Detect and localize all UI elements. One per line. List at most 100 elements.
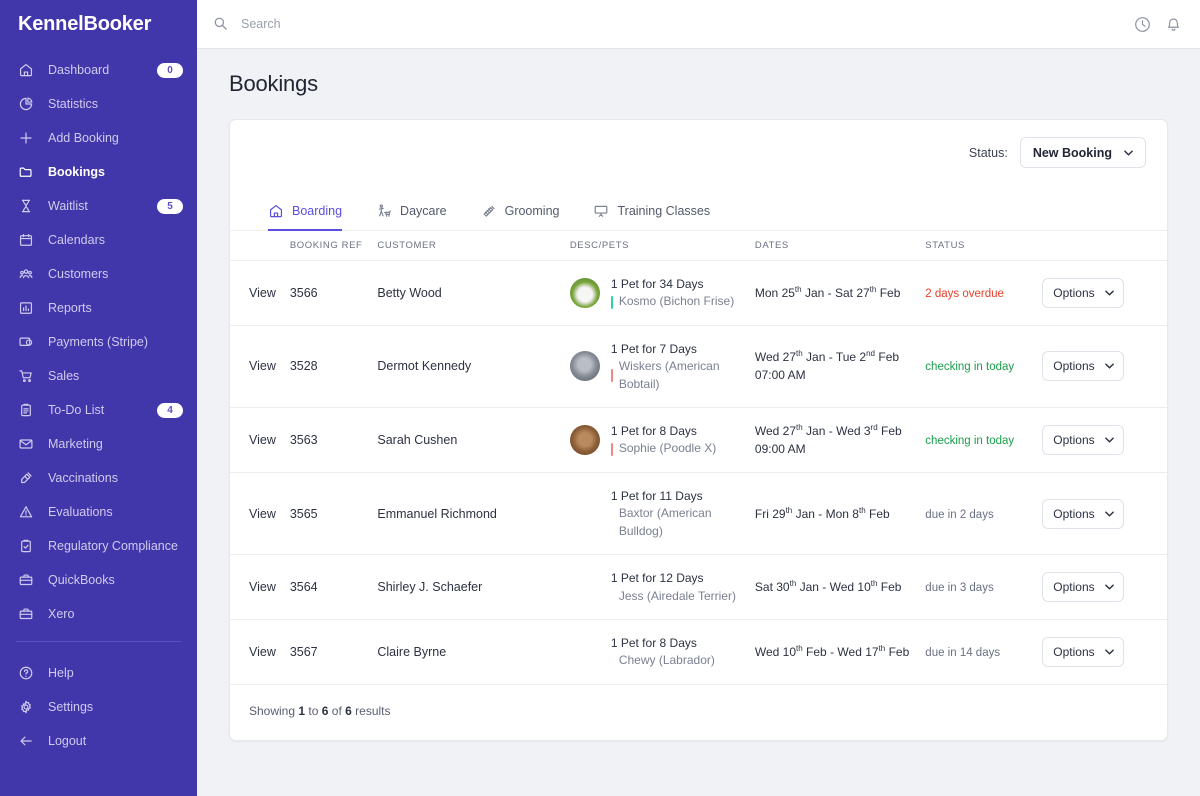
- pet-duration: 1 Pet for 7 Days: [610, 341, 697, 356]
- pet-name-row: Kosmo (Bichon Frise): [610, 293, 735, 310]
- date-end-day: Sat 27: [834, 285, 870, 300]
- booking-dates: Wed 27th Jan - Wed 3rd Feb 09:00 AM: [755, 422, 925, 458]
- sidebar-item-badge: 5: [157, 198, 183, 214]
- pet-name-row: Jess (Airedale Terrier): [611, 588, 736, 605]
- search-icon: [213, 16, 229, 32]
- date-start-ordinal: th: [789, 579, 797, 589]
- status-badge: checking in today: [925, 434, 1015, 447]
- options-button[interactable]: Options: [1042, 424, 1125, 455]
- sidebar-item-to-do-list[interactable]: To-Do List 4: [0, 393, 197, 427]
- page-title: Bookings: [229, 71, 318, 96]
- sidebar-item-reports[interactable]: Reports: [0, 291, 197, 325]
- sidebar-item-evaluations[interactable]: Evaluations: [0, 495, 197, 529]
- date-start-ordinal: th: [794, 284, 802, 294]
- customer-name: Betty Wood: [377, 285, 442, 300]
- view-booking-link[interactable]: View: [249, 580, 276, 594]
- sidebar-item-marketing[interactable]: Marketing: [0, 427, 197, 461]
- tab-boarding[interactable]: Boarding: [268, 203, 343, 231]
- options-button[interactable]: Options: [1042, 572, 1125, 603]
- status-filter-dropdown[interactable]: New Booking: [1019, 137, 1146, 168]
- options-button[interactable]: Options: [1042, 498, 1125, 529]
- booking-dates: Wed 27th Jan - Tue 2nd Feb 07:00 AM: [755, 348, 925, 384]
- sidebar-item-sales[interactable]: Sales: [0, 359, 197, 393]
- view-booking-link[interactable]: View: [249, 433, 276, 447]
- sidebar-item-label: Statistics: [48, 97, 99, 111]
- bookings-card: Status: New Booking Boarding Daycare Groom…: [229, 119, 1168, 741]
- sidebar-item-logout[interactable]: Logout: [0, 724, 197, 758]
- desc-pets-cell: 1 Pet for 7 Days Wiskers (American Bobtai…: [569, 340, 755, 393]
- search-input[interactable]: [241, 17, 561, 31]
- sidebar-item-label: Sales: [48, 369, 80, 383]
- sidebar-item-add-booking[interactable]: Add Booking: [0, 121, 197, 155]
- view-booking-link[interactable]: View: [249, 359, 276, 373]
- tab-training-classes[interactable]: Training Classes: [593, 203, 710, 231]
- options-button[interactable]: Options: [1042, 351, 1125, 382]
- date-start-month: Feb: [806, 644, 827, 659]
- summary-mid: to: [305, 703, 322, 718]
- sidebar-item-help[interactable]: Help: [0, 656, 197, 690]
- status-badge: due in 14 days: [925, 646, 1001, 659]
- sidebar-item-dashboard[interactable]: Dashboard 0: [0, 53, 197, 87]
- tab-label: Boarding: [292, 204, 343, 218]
- pet-duration: 1 Pet for 34 Days: [610, 277, 704, 291]
- bell-icon[interactable]: [1165, 16, 1182, 33]
- pet-name: Sophie (Poodle X): [618, 441, 717, 456]
- view-booking-link[interactable]: View: [249, 286, 276, 300]
- sidebar-item-payments-stripe[interactable]: Payments (Stripe): [0, 325, 197, 359]
- options-button[interactable]: Options: [1042, 277, 1125, 308]
- booking-dates: Mon 25th Jan - Sat 27th Feb: [754, 284, 901, 300]
- chevron-down-icon: [1104, 363, 1114, 369]
- date-end-ordinal: rd: [870, 422, 878, 432]
- sidebar-item-xero[interactable]: Xero: [0, 597, 197, 631]
- sidebar-item-label: Bookings: [48, 165, 105, 179]
- pet-status-bar: [610, 369, 613, 383]
- date-start-day: Fri 29: [754, 506, 786, 521]
- sidebar-item-calendars[interactable]: Calendars: [0, 223, 197, 257]
- sidebar-item-label: Xero: [48, 607, 75, 621]
- sidebar-item-label: Evaluations: [48, 505, 113, 519]
- sidebar-item-waitlist[interactable]: Waitlist 5: [0, 189, 197, 223]
- sidebar-item-vaccinations[interactable]: Vaccinations: [0, 461, 197, 495]
- desc-text: 1 Pet for 8 Days Chewy (Labrador): [611, 634, 715, 670]
- pet-avatar: [569, 351, 600, 382]
- sidebar-item-settings[interactable]: Settings: [0, 690, 197, 724]
- status-badge: checking in today: [925, 361, 1015, 374]
- warning-triangle-icon: [16, 502, 36, 522]
- view-booking-link[interactable]: View: [249, 507, 276, 521]
- pet-duration: 1 Pet for 11 Days: [610, 488, 703, 503]
- date-end-day: Tue 2: [835, 350, 867, 365]
- options-label: Options: [1053, 580, 1095, 595]
- date-start-ordinal: th: [796, 422, 803, 432]
- top-bar: [197, 0, 1200, 49]
- booking-ref: 3565: [289, 506, 318, 521]
- sidebar-item-quickbooks[interactable]: QuickBooks: [0, 563, 197, 597]
- view-booking-link[interactable]: View: [249, 645, 276, 659]
- summary-suffix: results: [351, 703, 391, 718]
- date-start-ordinal: th: [796, 349, 803, 359]
- status-badge: 2 days overdue: [925, 287, 1004, 300]
- options-button[interactable]: Options: [1042, 636, 1125, 667]
- booking-ref: 3567: [289, 644, 318, 659]
- date-start-day: Wed 10: [754, 644, 797, 659]
- sidebar-item-badge: 4: [157, 402, 183, 418]
- col-header-dates: DATES: [754, 231, 926, 261]
- summary-prefix: Showing: [249, 703, 299, 718]
- tab-daycare[interactable]: Daycare: [376, 203, 447, 231]
- sidebar-item-statistics[interactable]: Statistics: [0, 87, 197, 121]
- sidebar-item-bookings[interactable]: Bookings: [0, 155, 197, 189]
- app-logo[interactable]: KennelBooker: [0, 0, 197, 49]
- table-body: View 3566 Betty Wood 1 Pet for 34 Days Kosmo…: [230, 260, 1167, 685]
- card-toolbar: Status: New Booking: [230, 120, 1167, 185]
- sidebar-item-label: Dashboard: [48, 63, 110, 77]
- pet-duration: 1 Pet for 12 Days: [610, 571, 704, 586]
- sidebar-item-customers[interactable]: Customers: [0, 257, 197, 291]
- clock-icon[interactable]: [1134, 16, 1151, 33]
- shopping-cart-icon: [16, 366, 36, 386]
- pie-chart-icon: [16, 94, 36, 114]
- tab-grooming[interactable]: Grooming: [481, 203, 559, 231]
- sidebar-item-regulatory-compliance[interactable]: Regulatory Compliance: [0, 529, 197, 563]
- pet-name: Kosmo (Bichon Frise): [618, 294, 735, 309]
- col-header-view: [230, 231, 290, 261]
- date-end-day: Wed 3: [836, 423, 871, 438]
- envelope-icon: [16, 434, 36, 454]
